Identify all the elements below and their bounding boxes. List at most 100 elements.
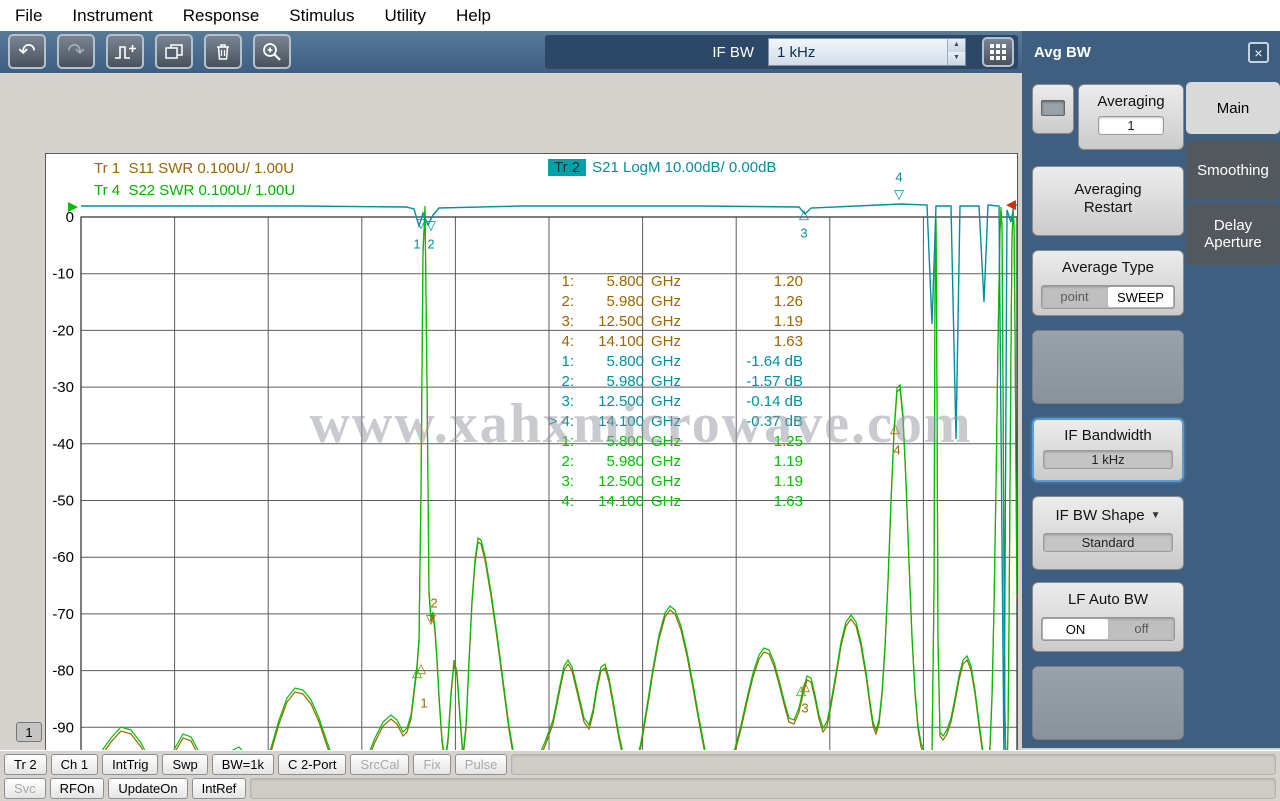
blank-softkey-1 [1032, 330, 1184, 404]
average-type-point-option[interactable]: point [1042, 286, 1107, 308]
redo-button[interactable]: ↷ [57, 34, 95, 69]
if-bandwidth-label: IF Bandwidth [1064, 427, 1152, 444]
marker-symbol[interactable]: ◀ [1006, 198, 1016, 211]
average-type-button[interactable]: Average Type point SWEEP [1032, 250, 1184, 316]
averaging-button[interactable]: Averaging 1 [1078, 84, 1184, 150]
delete-button[interactable] [204, 34, 242, 69]
zoom-button[interactable] [253, 34, 291, 69]
y-axis-label: -20 [52, 322, 74, 339]
menu-help[interactable]: Help [441, 6, 506, 26]
statusbar-rfon[interactable]: RFOn [49, 778, 105, 799]
undo-button[interactable]: ↶ [8, 34, 46, 69]
marker-symbol[interactable]: ▽ [894, 188, 904, 201]
undo-icon: ↶ [18, 40, 36, 63]
statusbar-inttrig[interactable]: IntTrig [102, 754, 159, 775]
marker-number-label: 1 [420, 695, 428, 711]
y-axis-label: -30 [52, 379, 74, 396]
chart-area[interactable]: 0-10-20-30-40-50-60-70-80-90-100 ▽▽12△3▽… [45, 153, 1018, 801]
trace1-legend[interactable]: Tr 1 S11 SWR 0.100U/ 1.00U [94, 160, 294, 177]
averaging-indicator-led [1041, 100, 1065, 116]
marker-symbol[interactable]: ▽ [426, 613, 436, 626]
if-bw-shape-button[interactable]: IF BW Shape ▼ Standard [1032, 496, 1184, 570]
marker-readout-row: 1: 5.800 GHz 1.25 [561, 433, 803, 450]
trace2-legend[interactable]: Tr 2 S21 LogM 10.00dB/ 0.00dB [548, 159, 776, 176]
if-bw-shape-value: Standard [1043, 533, 1173, 552]
channel-tab[interactable]: 1 [16, 722, 42, 742]
tab-smoothing[interactable]: Smoothing [1186, 140, 1280, 200]
tab-delay-aperture[interactable]: Delay Aperture [1186, 203, 1280, 265]
stepper-up-button[interactable]: ▲ [948, 39, 965, 52]
statusbar-tr-2[interactable]: Tr 2 [4, 754, 47, 775]
marker-number-label: 3 [801, 700, 809, 716]
statusbar-updateon[interactable]: UpdateOn [108, 778, 188, 799]
y-axis-label: -10 [52, 266, 74, 283]
status-bar-spacer [250, 778, 1276, 799]
if-bw-shape-label: IF BW Shape [1055, 507, 1145, 524]
marker-readout-row: 3: 12.500 GHz 1.19 [561, 473, 803, 490]
status-bar-spacer [511, 754, 1276, 775]
menu-bar: File Instrument Response Stimulus Utility Hel… [0, 0, 1280, 31]
marker-number-label: 2 [427, 236, 435, 252]
average-type-sweep-option[interactable]: SWEEP [1108, 287, 1173, 307]
stepper-down-button[interactable]: ▼ [948, 52, 965, 65]
averaging-value: 1 [1098, 116, 1164, 135]
statusbar-bw-1k[interactable]: BW=1k [211, 754, 275, 775]
marker-readout-row: 4: 14.100 GHz 1.63 [561, 493, 803, 510]
averaging-restart-button[interactable]: Averaging Restart [1032, 166, 1184, 236]
menu-utility[interactable]: Utility [369, 6, 441, 26]
menu-response[interactable]: Response [168, 6, 275, 26]
statusbar-c-2-port[interactable]: C 2-Port [278, 754, 347, 775]
lf-auto-bw-on-option[interactable]: ON [1043, 619, 1108, 639]
marker-number-label: 3 [800, 225, 808, 241]
statusbar-ch-1[interactable]: Ch 1 [50, 754, 99, 775]
tab-main[interactable]: Main [1186, 82, 1280, 134]
y-axis-label: -40 [52, 436, 74, 453]
panel-close-button[interactable]: × [1248, 42, 1269, 63]
y-axis-label: -50 [52, 493, 74, 510]
marker-symbol[interactable]: ▽ [416, 217, 426, 230]
vna-application-window: File Instrument Response Stimulus Utility Hel… [0, 0, 1280, 801]
marker-symbol[interactable]: △ [890, 422, 900, 435]
trace4-legend[interactable]: Tr 4 S22 SWR 0.100U/ 1.00U [94, 182, 295, 199]
y-axis-label: -60 [52, 549, 74, 566]
marker-readout-row: 2: 5.980 GHz -1.57 dB [561, 373, 803, 390]
lf-auto-bw-button[interactable]: LF Auto BW ON off [1032, 582, 1184, 652]
trace2-legend-text: S21 LogM 10.00dB/ 0.00dB [592, 159, 777, 176]
marker-symbol[interactable]: ▶ [68, 200, 78, 213]
lf-auto-bw-off-option[interactable]: off [1109, 618, 1174, 640]
plot-svg: 0-10-20-30-40-50-60-70-80-90-100 [46, 203, 1017, 793]
ifbw-label: IF BW [712, 43, 754, 61]
marker-readout-row: 4: 14.100 GHz 1.63 [561, 333, 803, 350]
marker-readout-table: 1: 5.800 GHz 1.20 2: 5.980 GHz 1.26 3: 12.500 GHz 1… [544, 272, 803, 512]
add-trace-icon [115, 44, 136, 59]
y-axis-label: -90 [52, 719, 74, 736]
statusbar-pulse: Pulse [454, 754, 508, 775]
marker-readout-row: 2: 5.980 GHz 1.19 [561, 453, 803, 470]
marker-symbol[interactable]: △ [799, 208, 809, 221]
averaging-indicator-button[interactable] [1032, 84, 1074, 134]
keypad-button[interactable] [982, 37, 1014, 67]
statusbar-swp[interactable]: Swp [162, 754, 208, 775]
marker-symbol[interactable]: △ [796, 684, 806, 697]
ifbw-input[interactable] [769, 39, 947, 65]
average-type-label: Average Type [1061, 259, 1154, 276]
marker-symbol[interactable]: ▽ [426, 219, 436, 232]
add-trace-button[interactable] [106, 34, 144, 69]
menu-stimulus[interactable]: Stimulus [274, 6, 369, 26]
menu-instrument[interactable]: Instrument [57, 6, 167, 26]
statusbar-intref[interactable]: IntRef [191, 778, 247, 799]
marker-number-label: 4 [893, 442, 901, 458]
marker-readout-row: 3: 12.500 GHz -0.14 dB [561, 393, 803, 410]
close-icon: × [1254, 44, 1263, 61]
statusbar-srccal: SrcCal [350, 754, 410, 775]
ifbw-control-group: IF BW ▲ ▼ [545, 35, 1018, 69]
y-axis-label: -70 [52, 606, 74, 623]
menu-file[interactable]: File [0, 6, 57, 26]
ifbw-stepper: ▲ ▼ [768, 38, 966, 66]
avg-bw-panel: Avg BW × Averaging 1 Main Smoothing Dela… [1022, 31, 1280, 748]
keypad-grid-icon [990, 44, 1006, 60]
redo-icon: ↷ [67, 40, 85, 63]
marker-symbol[interactable]: △ [412, 666, 422, 679]
copy-channel-button[interactable] [155, 34, 193, 69]
if-bandwidth-button[interactable]: IF Bandwidth 1 kHz [1032, 418, 1184, 482]
